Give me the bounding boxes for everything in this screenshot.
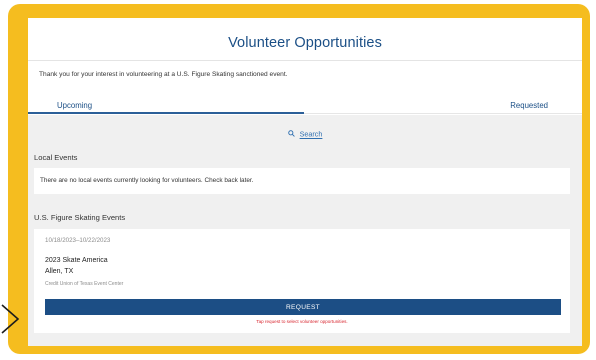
local-events-box: There are no local events currently look… xyxy=(34,168,570,194)
request-button[interactable]: REQUEST xyxy=(45,299,561,315)
event-venue: Credit Union of Texas Event Center xyxy=(45,281,124,287)
event-card: 10/18/2023–10/22/2023 2023 Skate America… xyxy=(34,229,570,333)
page-title: Volunteer Opportunities xyxy=(228,35,382,51)
local-events-heading: Local Events xyxy=(34,153,78,162)
tab-active-indicator xyxy=(28,112,304,114)
search-label[interactable]: Search xyxy=(300,130,323,139)
usfs-events-heading: U.S. Figure Skating Events xyxy=(34,213,126,222)
volunteer-page: Volunteer Opportunities Thank you for yo… xyxy=(28,18,582,346)
search-link[interactable]: Search xyxy=(28,129,582,139)
tab-upcoming[interactable]: Upcoming xyxy=(57,101,92,110)
event-name: 2023 Skate America xyxy=(45,257,108,264)
event-dates: 10/18/2023–10/22/2023 xyxy=(45,237,111,244)
pointer-arrow-icon xyxy=(1,304,20,334)
intro-text: Thank you for your interest in volunteer… xyxy=(39,71,288,78)
search-icon xyxy=(287,129,295,139)
local-events-message: There are no local events currently look… xyxy=(40,177,254,184)
title-divider xyxy=(28,60,582,61)
highlight-frame: Volunteer Opportunities Thank you for yo… xyxy=(8,4,590,354)
tab-requested[interactable]: Requested xyxy=(510,101,548,110)
events-panel: Search Local Events There are no local e… xyxy=(28,115,582,346)
request-note: Tap request to select volunteer opportun… xyxy=(256,319,348,324)
event-city: Allen, TX xyxy=(45,268,74,275)
